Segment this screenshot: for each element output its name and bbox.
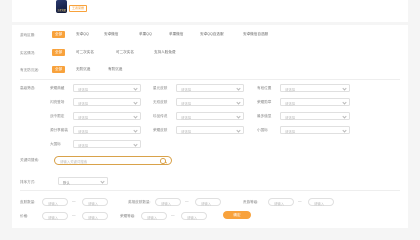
range-price-max[interactable]: 请输入 [82,212,108,220]
realname-option-all[interactable]: 全部 [52,49,66,56]
area-option-android-wechat-custom[interactable]: 安卓微信自选服 [240,31,271,38]
adv-label-2-2: 无双皮肤 [153,100,168,104]
adv-label-2-4: 荣耀皮肤 [153,128,168,132]
adv-label-1-4: 源分享套装 [50,128,68,132]
range-label-hero-skins: 英雄皮肤数量: [128,200,151,204]
adv-label-2-1: 星元皮肤 [153,86,168,90]
adv-label-3-2: 荣耀勋章 [257,100,272,104]
area-option-android-qq[interactable]: 安卓QQ [73,31,92,38]
adv-select-3-2[interactable]: 请选择 [280,98,350,106]
header-card: 王者荣耀 王者荣耀 [12,0,408,22]
chevron-down-icon [133,86,138,91]
range-skins-min[interactable]: 请输入 [42,198,68,206]
range-label-noble: 贵族等级: [243,200,259,204]
adv-select-2-4[interactable]: 请选择 [176,126,244,134]
chevron-down-icon [133,142,138,147]
range-label-glory: 荣耀等级: [120,214,136,218]
range-glory-max[interactable]: 请输入 [181,212,207,220]
realname-option-2[interactable]: 可二次实名 [113,49,137,56]
adv-label-1-2: 闪亮登场 [50,100,65,104]
anti-option-none[interactable]: 无防沉迷 [73,66,93,73]
adv-select-1-3[interactable]: 请选择 [73,112,141,120]
chevron-down-icon [133,100,138,105]
adv-label-1-3: 战令限定 [50,114,65,118]
game-logo-text: 王者荣耀 [57,10,66,12]
game-badge: 王者荣耀 [69,5,88,12]
adv-select-3-4[interactable]: 请选择 [280,126,350,134]
adv-select-1-2[interactable]: 请选择 [73,98,141,106]
area-label: 游戏区服: [20,33,36,37]
search-icon-handle [165,161,167,164]
realname-label: 实名情况: [20,51,36,55]
chevron-down-icon [342,100,347,105]
game-logo: 王者荣耀 [56,0,67,13]
divider-bottom [20,190,400,191]
realname-option-1[interactable]: 可二次实名 [73,49,97,56]
range-hero-skins-max[interactable]: 请输入 [195,198,221,206]
range-label-skins: 皮肤数量: [20,200,36,204]
adv-select-3-1[interactable]: 请选择 [280,84,350,92]
adv-label-1-5: 大国标 [50,142,61,146]
range-separator: — [72,213,76,217]
chevron-down-icon [100,179,105,184]
adv-select-1-5[interactable]: 请选择 [73,140,141,148]
chevron-down-icon [342,128,347,133]
sort-label: 排序方式: [20,180,36,184]
range-separator: — [185,199,189,203]
area-option-ios-wechat[interactable]: 苹果微信 [166,31,186,38]
adv-label-1-1: 荣耀典藏 [50,86,65,90]
chevron-down-icon [133,114,138,119]
area-option-android-qq-custom[interactable]: 安卓QQ自选服 [197,31,227,38]
range-skins-max[interactable]: 请输入 [82,198,108,206]
range-separator: — [171,213,175,217]
chevron-down-icon [236,100,241,105]
chevron-down-icon [133,128,138,133]
range-label-price: 价格: [20,214,29,218]
area-option-all[interactable]: 全部 [52,31,66,38]
divider-top [20,79,400,80]
chevron-down-icon [342,114,347,119]
range-noble-min[interactable]: 请输入 [268,198,294,206]
range-hero-skins-min[interactable]: 请输入 [155,198,181,206]
adv-label-3-3: 最多值显 [257,114,272,118]
advanced-label: 高级筛选: [20,86,36,90]
keyword-label: 关键词搜索: [20,158,39,162]
adv-select-1-1[interactable]: 请选择 [73,84,141,92]
sort-select[interactable]: 默认 [58,177,108,185]
range-glory-min[interactable]: 请输入 [141,212,167,220]
adv-select-2-3[interactable]: 请选择 [176,112,244,120]
adv-select-1-4[interactable]: 请选择 [73,126,141,134]
adv-select-2-2[interactable]: 请选择 [176,98,244,106]
range-price-min[interactable]: 请输入 [42,212,68,220]
range-noble-max[interactable]: 请输入 [308,198,334,206]
realname-option-face[interactable]: 支持人脸免费 [151,49,179,56]
chevron-down-icon [236,128,241,133]
anti-option-all[interactable]: 全部 [52,66,66,73]
adv-select-3-3[interactable]: 请选择 [280,112,350,120]
anti-option-has[interactable]: 有防沉迷 [105,66,125,73]
area-option-ios-qq[interactable]: 苹果QQ [136,31,155,38]
confirm-button[interactable]: 确定 [223,211,251,219]
range-separator: — [298,199,302,203]
adv-select-2-1[interactable]: 请选择 [176,84,244,92]
chevron-down-icon [342,86,347,91]
adv-label-3-1: 有段位置 [257,86,272,90]
area-option-android-wechat[interactable]: 安卓微信 [101,31,121,38]
chevron-down-icon [236,114,241,119]
chevron-down-icon [236,86,241,91]
keyword-search-input[interactable]: 请输入关键词搜索 [54,156,172,165]
anti-addiction-label: 有无防沉迷: [20,68,39,72]
adv-label-3-4: 小国标 [257,128,268,132]
adv-label-2-3: 珍品传说 [153,114,168,118]
range-separator: — [72,199,76,203]
